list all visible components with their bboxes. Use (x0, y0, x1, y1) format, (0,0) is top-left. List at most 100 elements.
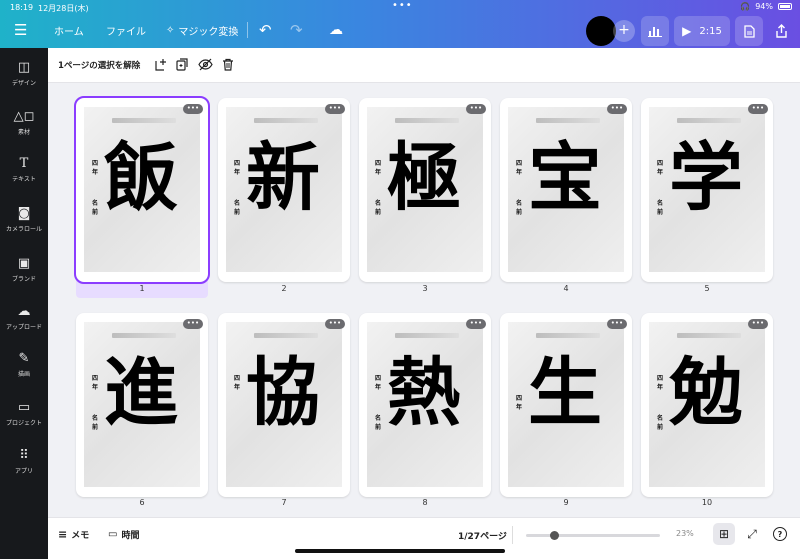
page-thumbnail[interactable]: 四年 名前 熱 ••• (359, 313, 491, 497)
help-icon[interactable]: ? (773, 527, 787, 541)
title-bar (395, 333, 459, 338)
text-icon: T (19, 156, 29, 171)
trash-icon[interactable] (220, 56, 236, 72)
add-page-icon[interactable] (152, 56, 168, 72)
magic-switch-button[interactable]: ✧ マジック変換 (166, 20, 238, 40)
sidebar-item-apps[interactable]: ⠿ アプリ (0, 448, 48, 475)
grid-view-icon[interactable]: ⊞ (713, 523, 735, 545)
sidebar: ◫ デザイン △◻ 素材 T テキスト ◙ カメラロール ▣ ブランド ☁ アッ… (0, 48, 48, 559)
more-options-icon[interactable]: ••• (466, 104, 486, 114)
kanji-character: 飯 (104, 135, 178, 221)
page-number: 4 (563, 284, 569, 293)
more-options-icon[interactable]: ••• (748, 104, 768, 114)
analytics-button[interactable] (641, 16, 669, 46)
fullscreen-icon[interactable]: ⤢ (741, 523, 763, 545)
more-options-icon[interactable]: ••• (466, 319, 486, 329)
kanji-character: 勉 (669, 350, 743, 436)
page-number: 10 (701, 498, 713, 507)
sidebar-item-brand[interactable]: ▣ ブランド (0, 256, 48, 283)
layout-icon: ◫ (17, 60, 31, 75)
duplicate-page-icon[interactable] (174, 56, 190, 72)
sidebar-item-camera-roll[interactable]: ◙ カメラロール (0, 206, 48, 233)
page-number: 7 (281, 498, 287, 507)
more-options-icon[interactable]: ••• (607, 319, 627, 329)
more-options-icon[interactable]: ••• (183, 319, 203, 329)
page-thumbnail[interactable]: 四年 協 ••• (218, 313, 350, 497)
more-options-icon[interactable]: ••• (607, 104, 627, 114)
sidebar-item-design[interactable]: ◫ デザイン (0, 60, 48, 87)
zoom-slider[interactable] (526, 531, 660, 540)
sidebar-item-projects[interactable]: ▭ プロジェクト (0, 400, 48, 427)
page-thumbnail[interactable]: 四年 名前 宝 ••• (500, 98, 632, 282)
redo-icon[interactable]: ↷ (290, 20, 303, 40)
notes-icon: ≡ (58, 528, 68, 541)
file-menu-button[interactable]: ファイル (106, 20, 146, 40)
more-options-icon[interactable]: ••• (325, 319, 345, 329)
bar-chart-icon (648, 27, 662, 37)
present-time: 2:15 (699, 25, 722, 37)
sidebar-item-draw[interactable]: ✎ 描画 (0, 351, 48, 378)
toolbar-divider (247, 22, 248, 38)
pen-icon: ✎ (18, 351, 30, 366)
page-number: 2 (281, 284, 287, 293)
undo-icon[interactable]: ↶ (259, 20, 272, 40)
page-thumbnail[interactable]: 四年 名前 進 ••• (76, 313, 208, 497)
add-collaborator-button[interactable]: + (613, 20, 635, 42)
sparkle-icon: ✧ (166, 24, 175, 36)
document-button[interactable] (735, 16, 763, 46)
page-number: 1 (139, 284, 145, 293)
title-bar (677, 333, 741, 338)
hide-page-icon[interactable] (197, 56, 213, 72)
title-bar (536, 333, 600, 338)
camera-icon: ◙ (17, 206, 31, 221)
more-options-icon[interactable]: ••• (748, 319, 768, 329)
kanji-character: 宝 (528, 135, 602, 221)
sidebar-item-label: アップロード (5, 324, 42, 331)
page-thumbnail[interactable]: 四年 名前 学 ••• (641, 98, 773, 282)
headphones-icon: 🎧 (740, 2, 751, 11)
shapes-icon: △◻ (13, 109, 35, 124)
zoom-slider-handle[interactable] (550, 531, 559, 540)
sidebar-item-text[interactable]: T テキスト (0, 156, 48, 183)
notes-button[interactable]: ≡ メモ (58, 528, 89, 541)
more-options-icon[interactable]: ••• (325, 104, 345, 114)
battery-icon (778, 3, 792, 10)
page-thumbnail[interactable]: 四年 名前 勉 ••• (641, 313, 773, 497)
kanji-character: 極 (387, 135, 461, 221)
kanji-character: 生 (528, 350, 602, 436)
timer-button[interactable]: ▭ 時間 (108, 528, 139, 541)
cloud-save-icon[interactable]: ☁ (329, 20, 343, 40)
page-number: 6 (139, 498, 145, 507)
title-bar (536, 118, 600, 123)
sidebar-item-elements[interactable]: △◻ 素材 (0, 109, 48, 136)
kanji-character: 熱 (387, 350, 461, 436)
share-button[interactable] (767, 16, 795, 46)
deselect-pages-button[interactable]: 1ページの選択を解除 (58, 59, 140, 71)
sidebar-item-label: テキスト (12, 176, 36, 183)
multitask-dots-icon[interactable]: ••• (392, 0, 413, 11)
zoom-level: 23% (676, 529, 694, 538)
magic-switch-label: マジック変換 (178, 26, 239, 38)
home-button[interactable]: ホーム (54, 20, 84, 40)
sidebar-item-label: プロジェクト (5, 420, 42, 427)
avatar[interactable] (586, 16, 616, 46)
page-thumbnail[interactable]: 四年 名前 極 ••• (359, 98, 491, 282)
page-grid: 四年 名前 飯 ••• 1 四年 名前 新 ••• 2 四年 名前 極 ••• … (48, 84, 800, 517)
status-right: 🎧 94% (740, 2, 792, 11)
notes-label: メモ (71, 531, 90, 541)
page-number: 9 (563, 498, 569, 507)
page-thumbnail[interactable]: 四年 名前 新 ••• (218, 98, 350, 282)
top-toolbar: 18:19 12月28日(木) ••• 🎧 94% ☰ ホーム ファイル ✧ マ… (0, 0, 800, 48)
page-thumbnail[interactable]: 四年 名前 飯 ••• (74, 96, 210, 284)
more-options-icon[interactable]: ••• (183, 104, 203, 114)
title-bar (254, 118, 318, 123)
page-thumbnail[interactable]: 四年 生 ••• (500, 313, 632, 497)
present-button[interactable]: ▶ 2:15 (674, 16, 730, 46)
share-icon (775, 24, 787, 38)
kanji-character: 進 (104, 350, 178, 436)
kanji-character: 学 (669, 135, 743, 221)
folder-icon: ▭ (17, 400, 31, 415)
apps-grid-icon: ⠿ (19, 448, 29, 463)
menu-icon[interactable]: ☰ (14, 20, 27, 40)
sidebar-item-uploads[interactable]: ☁ アップロード (0, 304, 48, 331)
